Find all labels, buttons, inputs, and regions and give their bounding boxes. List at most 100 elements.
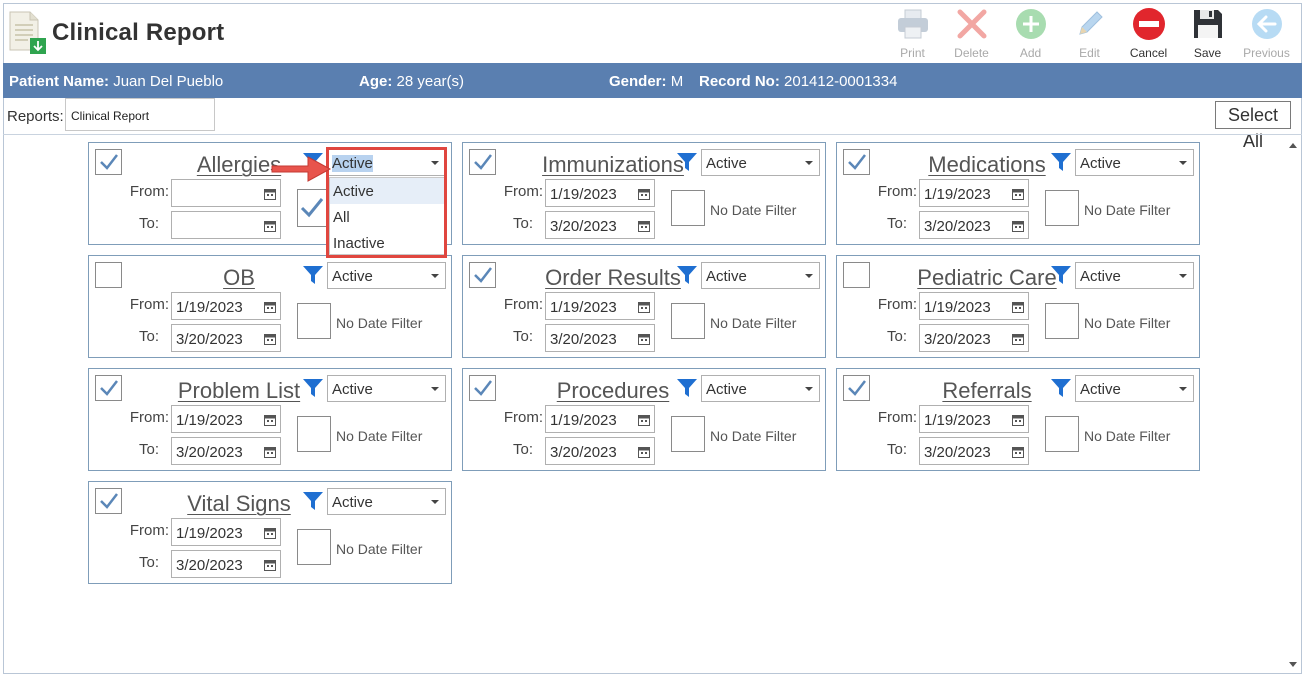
filter-funnel-icon: [302, 151, 324, 173]
calendar-icon[interactable]: [638, 187, 650, 200]
save-button[interactable]: Save: [1178, 4, 1237, 60]
record-value: 201412-0001334: [784, 73, 898, 90]
filter-funnel-icon: [676, 264, 698, 286]
calendar-icon[interactable]: [638, 413, 650, 426]
printer-icon: [895, 6, 931, 42]
status-dropdown[interactable]: Active: [1075, 375, 1194, 402]
include-checkbox[interactable]: [469, 149, 496, 175]
no-date-filter-checkbox[interactable]: [297, 529, 331, 565]
include-checkbox[interactable]: [95, 262, 122, 288]
to-date-input[interactable]: 3/20/2023: [545, 324, 655, 352]
from-label: From:: [129, 409, 169, 426]
age-label: Age:: [359, 73, 393, 90]
no-date-filter-checkbox[interactable]: [671, 416, 705, 452]
calendar-icon[interactable]: [638, 332, 650, 345]
delete-button[interactable]: Delete: [942, 4, 1001, 60]
vertical-scrollbar[interactable]: [1287, 137, 1300, 673]
calendar-icon[interactable]: [264, 219, 276, 232]
include-checkbox[interactable]: [95, 375, 122, 401]
calendar-icon[interactable]: [264, 526, 276, 539]
to-label: To:: [138, 215, 159, 232]
no-date-filter-checkbox[interactable]: [1045, 416, 1079, 452]
previous-button[interactable]: Previous: [1237, 4, 1296, 60]
edit-button[interactable]: Edit: [1060, 4, 1119, 60]
status-dropdown[interactable]: Active: [701, 262, 820, 289]
include-checkbox[interactable]: [469, 375, 496, 401]
print-button[interactable]: Print: [883, 4, 942, 60]
include-checkbox[interactable]: [843, 375, 870, 401]
status-dropdown[interactable]: Active: [327, 149, 446, 176]
calendar-icon[interactable]: [264, 187, 276, 200]
to-date-input[interactable]: 3/20/2023: [545, 437, 655, 465]
filter-funnel-icon: [302, 377, 324, 399]
from-date-input[interactable]: 1/19/2023: [171, 405, 281, 433]
status-dropdown[interactable]: Active: [1075, 262, 1194, 289]
status-dropdown[interactable]: Active: [327, 375, 446, 402]
filter-funnel-icon: [1050, 151, 1072, 173]
no-date-filter-checkbox[interactable]: [1045, 190, 1079, 226]
to-date-input[interactable]: 3/20/2023: [919, 211, 1029, 239]
no-date-filter-checkbox[interactable]: [297, 416, 331, 452]
reports-field[interactable]: Clinical Report: [65, 98, 215, 131]
to-date-input[interactable]: 3/20/2023: [171, 437, 281, 465]
no-date-filter-checkbox[interactable]: [1045, 303, 1079, 339]
select-all-button[interactable]: Select All: [1215, 101, 1291, 151]
add-button[interactable]: Add: [1001, 4, 1060, 60]
scroll-down-arrow-icon[interactable]: [1289, 662, 1297, 667]
calendar-icon[interactable]: [264, 413, 276, 426]
from-date-input[interactable]: 1/19/2023: [171, 292, 281, 320]
from-date-input[interactable]: 1/19/2023: [171, 518, 281, 546]
calendar-icon[interactable]: [1012, 219, 1024, 232]
calendar-icon[interactable]: [1012, 445, 1024, 458]
calendar-icon[interactable]: [264, 332, 276, 345]
no-date-filter-checkbox[interactable]: [671, 190, 705, 226]
calendar-icon[interactable]: [638, 219, 650, 232]
include-checkbox[interactable]: [843, 262, 870, 288]
from-date-input[interactable]: 1/19/2023: [919, 292, 1029, 320]
status-dropdown[interactable]: Active: [327, 262, 446, 289]
scroll-up-arrow-icon[interactable]: [1289, 143, 1297, 148]
to-date-input[interactable]: 3/20/2023: [919, 437, 1029, 465]
no-date-filter-checkbox[interactable]: [671, 303, 705, 339]
to-date-input[interactable]: 3/20/2023: [171, 550, 281, 578]
status-dropdown[interactable]: Active: [701, 375, 820, 402]
from-date-input[interactable]: 1/19/2023: [545, 179, 655, 207]
to-label: To:: [886, 215, 907, 232]
dropdown-option-all[interactable]: All: [330, 204, 444, 230]
calendar-icon[interactable]: [264, 300, 276, 313]
from-date-input[interactable]: 1/19/2023: [545, 405, 655, 433]
status-dropdown[interactable]: Active: [701, 149, 820, 176]
calendar-icon[interactable]: [1012, 332, 1024, 345]
calendar-icon[interactable]: [638, 445, 650, 458]
calendar-icon[interactable]: [264, 558, 276, 571]
to-date-input[interactable]: 3/20/2023: [919, 324, 1029, 352]
calendar-icon[interactable]: [1012, 187, 1024, 200]
calendar-icon[interactable]: [1012, 413, 1024, 426]
dropdown-option-inactive[interactable]: Inactive: [330, 230, 444, 256]
no-date-filter-checkbox[interactable]: [297, 303, 331, 339]
calendar-icon[interactable]: [264, 445, 276, 458]
dropdown-option-active[interactable]: Active: [330, 178, 444, 204]
to-date-input[interactable]: [171, 211, 281, 239]
to-date-input[interactable]: 3/20/2023: [171, 324, 281, 352]
include-checkbox[interactable]: [95, 149, 122, 175]
cancel-button[interactable]: Cancel: [1119, 4, 1178, 60]
include-checkbox[interactable]: [95, 488, 122, 514]
from-date-input[interactable]: 1/19/2023: [545, 292, 655, 320]
to-date-input[interactable]: 3/20/2023: [545, 211, 655, 239]
no-date-filter-checkbox-allergies[interactable]: [297, 189, 327, 227]
chevron-down-icon: [431, 161, 439, 165]
from-date-input[interactable]: 1/19/2023: [919, 405, 1029, 433]
report-card-order-results: Order Results From: 1/19/2023 To: 3/20/2…: [462, 255, 826, 358]
calendar-icon[interactable]: [638, 300, 650, 313]
from-date-input[interactable]: 1/19/2023: [919, 179, 1029, 207]
patient-name-value: Juan Del Pueblo: [113, 73, 224, 90]
calendar-icon[interactable]: [1012, 300, 1024, 313]
from-date-input[interactable]: [171, 179, 281, 207]
status-dropdown[interactable]: Active: [1075, 149, 1194, 176]
include-checkbox[interactable]: [843, 149, 870, 175]
status-dropdown[interactable]: Active: [327, 488, 446, 515]
include-checkbox[interactable]: [469, 262, 496, 288]
chevron-down-icon: [805, 161, 813, 165]
to-label: To:: [512, 328, 533, 345]
